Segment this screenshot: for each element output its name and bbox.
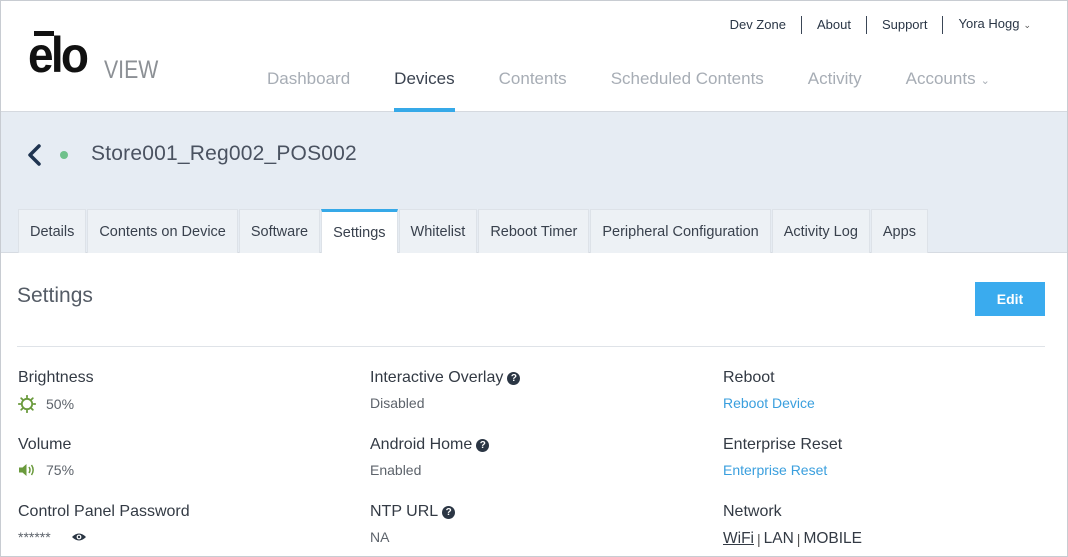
network-option-wifi[interactable]: WiFi	[723, 530, 754, 548]
tab-activity-log[interactable]: Activity Log	[771, 209, 870, 253]
ntp-url-field: NTP URL ? NA	[370, 503, 456, 545]
brightness-icon	[18, 395, 36, 413]
help-icon[interactable]: ?	[476, 438, 490, 452]
chevron-down-icon: ⌄	[1023, 20, 1031, 30]
enterprise-reset-field: Enterprise Reset Enterprise Reset	[723, 436, 842, 478]
enterprise-reset-label: Enterprise Reset	[723, 436, 843, 453]
tab-peripheral-configuration[interactable]: Peripheral Configuration	[590, 209, 771, 253]
back-arrow-icon[interactable]	[25, 142, 45, 168]
control-panel-password-field: Control Panel Password ******	[18, 503, 190, 545]
tab-whitelist[interactable]: Whitelist	[398, 209, 478, 253]
nav-devices[interactable]: Devices	[372, 59, 476, 112]
nav-label: Accounts	[905, 69, 976, 88]
user-name: Yora Hogg	[958, 16, 1020, 31]
tab-settings[interactable]: Settings	[321, 209, 398, 253]
logo-word: elo	[28, 27, 89, 83]
brightness-value-row: 50%	[18, 395, 94, 413]
tab-contents-on-device[interactable]: Contents on Device	[87, 209, 238, 253]
chevron-down-icon: ⌄	[980, 75, 990, 87]
device-header: Store001_Reg002_POS002 Details Contents …	[1, 112, 1067, 253]
interactive-overlay-label: Interactive Overlay	[370, 369, 504, 386]
speaker-icon	[18, 462, 36, 478]
status-online-indicator	[60, 151, 68, 159]
interactive-overlay-label-row: Interactive Overlay ?	[370, 369, 521, 387]
nav-accounts[interactable]: Accounts ⌄	[884, 59, 1012, 112]
android-home-field: Android Home ? Enabled	[370, 436, 490, 478]
network-option-mobile[interactable]: MOBILE	[803, 530, 862, 548]
network-option-lan[interactable]: LAN	[764, 530, 794, 548]
network-separator: |	[796, 531, 801, 547]
reboot-field: Reboot Reboot Device	[723, 369, 815, 411]
nav-contents[interactable]: Contents	[477, 59, 589, 112]
volume-value: 75%	[46, 462, 75, 478]
edit-button[interactable]: Edit	[975, 282, 1045, 316]
help-icon[interactable]: ?	[507, 371, 521, 385]
brightness-value: 50%	[46, 396, 75, 412]
section-divider	[17, 346, 1045, 347]
eye-icon[interactable]	[71, 531, 87, 543]
settings-panel: Settings Edit Brightness 50% Volume 75% …	[1, 253, 1067, 556]
android-home-label-row: Android Home ?	[370, 436, 490, 454]
brightness-label: Brightness	[18, 369, 94, 386]
device-name: Store001_Reg002_POS002	[91, 142, 357, 165]
nav-label: Scheduled Contents	[610, 69, 764, 88]
interactive-overlay-field: Interactive Overlay ? Disabled	[370, 369, 521, 411]
nav-dashboard[interactable]: Dashboard	[245, 59, 372, 112]
device-tabs: Details Contents on Device Software Sett…	[18, 209, 929, 253]
nav-label: Devices	[394, 69, 455, 88]
enterprise-reset-link[interactable]: Enterprise Reset	[723, 462, 842, 478]
nav-label: Dashboard	[267, 69, 351, 88]
reboot-device-link[interactable]: Reboot Device	[723, 395, 815, 411]
network-field: Network WiFi | LAN | MOBILE	[723, 503, 862, 548]
user-menu[interactable]: Yora Hogg ⌄	[943, 15, 1031, 34]
nav-label: Activity	[807, 69, 862, 88]
password-value-row: ******	[18, 529, 190, 545]
ntp-url-value: NA	[370, 529, 390, 545]
volume-field: Volume 75%	[18, 436, 74, 478]
top-header: elo VIEW Dev Zone About Support Yora Hog…	[1, 1, 1067, 112]
support-link[interactable]: Support	[867, 16, 943, 34]
tab-details[interactable]: Details	[18, 209, 87, 253]
logo-suffix: VIEW	[104, 56, 159, 84]
volume-value-row: 75%	[18, 462, 74, 478]
tab-reboot-timer[interactable]: Reboot Timer	[478, 209, 590, 253]
app-window: elo VIEW Dev Zone About Support Yora Hog…	[0, 0, 1068, 557]
nav-label: Contents	[498, 69, 567, 88]
interactive-overlay-value: Disabled	[370, 395, 425, 411]
control-panel-password-label: Control Panel Password	[18, 503, 190, 520]
reboot-label: Reboot	[723, 369, 775, 386]
dev-zone-link[interactable]: Dev Zone	[715, 16, 801, 34]
utility-nav: Dev Zone About Support Yora Hogg ⌄	[715, 15, 1031, 34]
nav-activity[interactable]: Activity	[786, 59, 884, 112]
network-label: Network	[723, 503, 782, 520]
ntp-url-label: NTP URL	[370, 503, 439, 520]
android-home-label: Android Home	[370, 436, 473, 453]
brightness-field: Brightness 50%	[18, 369, 94, 413]
help-icon[interactable]: ?	[442, 505, 456, 519]
settings-title: Settings	[17, 284, 93, 307]
tab-software[interactable]: Software	[238, 209, 321, 253]
nav-scheduled-contents[interactable]: Scheduled Contents	[589, 59, 786, 112]
about-link[interactable]: About	[802, 16, 866, 34]
volume-label: Volume	[18, 436, 72, 453]
ntp-url-label-row: NTP URL ?	[370, 503, 456, 521]
network-separator: |	[757, 531, 761, 547]
network-options: WiFi | LAN | MOBILE	[723, 530, 862, 548]
main-nav: Dashboard Devices Contents Scheduled Con…	[245, 59, 1012, 112]
tab-apps[interactable]: Apps	[870, 209, 928, 253]
android-home-value: Enabled	[370, 462, 422, 478]
password-masked-value: ******	[18, 529, 51, 545]
